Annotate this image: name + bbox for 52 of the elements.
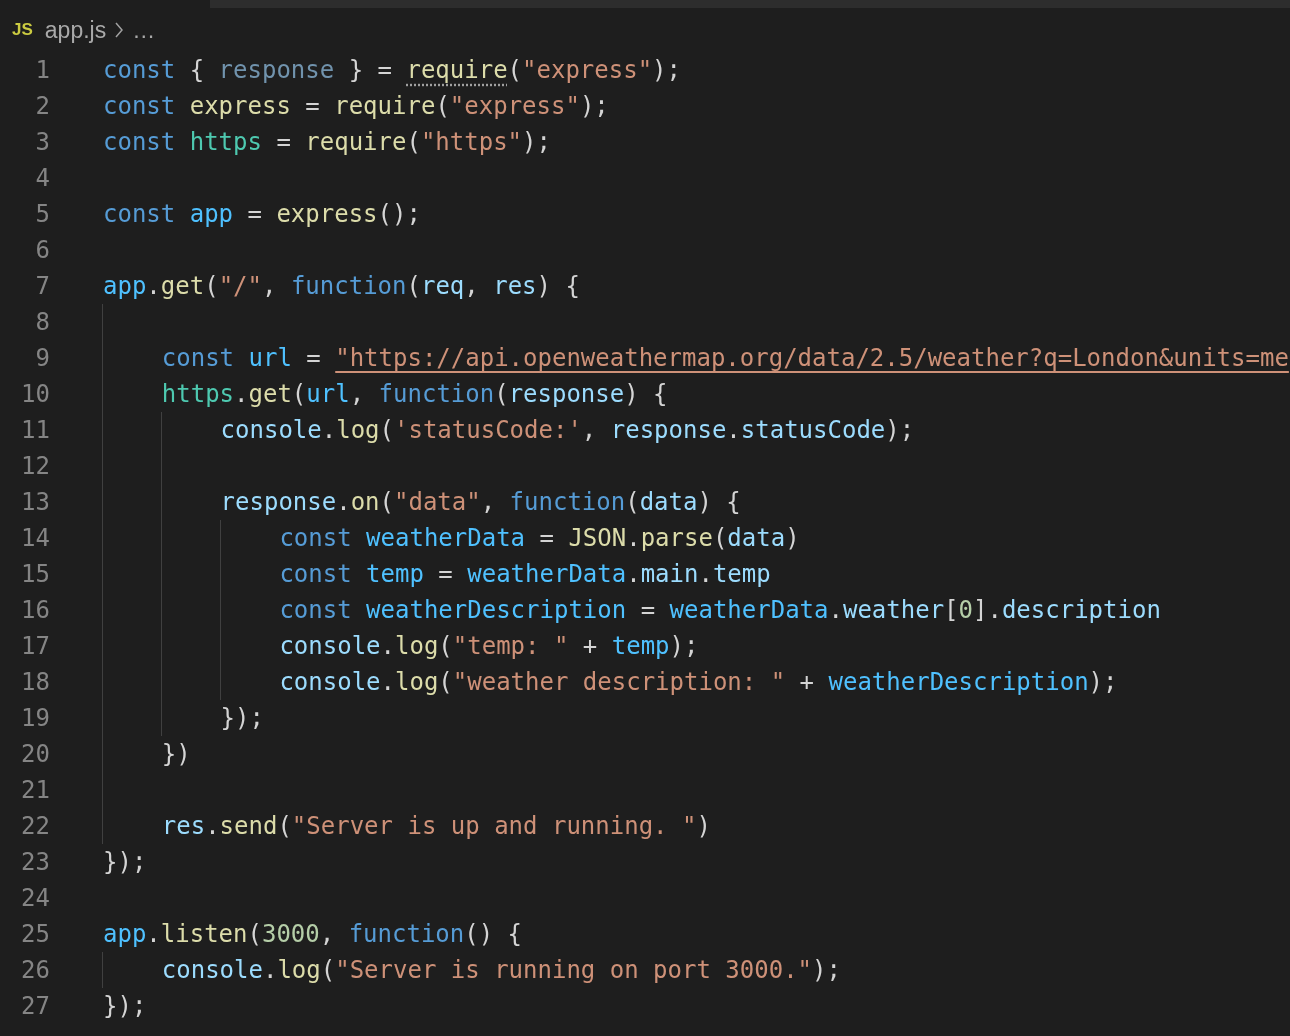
code-line: console.log('statusCode:', response.statusCode); [103, 412, 915, 448]
line-number: 22 [20, 812, 50, 840]
line-number: 4 [34, 164, 50, 192]
chevron-right-icon [114, 21, 125, 39]
code-line: app.listen(3000, function() { [103, 919, 523, 950]
breadcrumb-more[interactable]: … [132, 16, 156, 44]
line-number: 5 [34, 200, 50, 228]
line-number: 14 [20, 524, 50, 552]
line-number: 2 [34, 92, 50, 120]
code-line: response.on("data", function(data) { [103, 484, 741, 520]
code-line: }); [103, 847, 147, 878]
code-line: }) [103, 736, 191, 772]
line-number: 6 [34, 236, 50, 264]
code-line: const app = express(); [103, 199, 421, 230]
line-number: 3 [34, 128, 50, 156]
code-line: }); [103, 991, 147, 1022]
breadcrumb-file[interactable]: app.js [44, 16, 107, 44]
code-line: console.log("weather description: " + weatherDescription); [103, 664, 1118, 700]
code-line: console.log("Server is running on port 3000."); [103, 952, 841, 988]
line-number: 25 [20, 920, 50, 948]
line-number: 26 [20, 956, 50, 984]
line-number: 11 [20, 416, 50, 444]
line-number: 8 [34, 308, 50, 336]
line-number: 27 [20, 992, 50, 1020]
line-number: 7 [34, 272, 50, 300]
line-number: 24 [20, 884, 50, 912]
line-number: 20 [20, 740, 50, 768]
line-number: 15 [20, 560, 50, 588]
code-line: const url = "https://api.openweathermap.org/data/2.5/weather?q=London&units=me [103, 340, 1289, 376]
line-number: 12 [20, 452, 50, 480]
code-line: const express = require("express"); [103, 91, 609, 122]
code-line: console.log("temp: " + temp); [103, 628, 699, 664]
code-line: https.get(url, function(response) { [103, 376, 668, 412]
line-number: 13 [20, 488, 50, 516]
code-line: const { response } = require("express"); [103, 55, 681, 86]
line-number: 1 [34, 56, 50, 84]
line-number: 10 [20, 380, 50, 408]
code-line: const weatherDescription = weatherData.weather[0].description [103, 592, 1161, 628]
line-number: 18 [20, 668, 50, 696]
line-number: 17 [20, 632, 50, 660]
line-number: 23 [20, 848, 50, 876]
javascript-file-icon: JS [12, 20, 33, 40]
code-line: const temp = weatherData.main.temp [103, 556, 771, 592]
code-line: const weatherData = JSON.parse(data) [103, 520, 800, 556]
code-line: app.get("/", function(req, res) { [103, 271, 580, 302]
code-line: const https = require("https"); [103, 127, 551, 158]
line-number: 19 [20, 704, 50, 732]
code-line: }); [103, 700, 264, 736]
line-number: 9 [34, 344, 50, 372]
code-line: res.send("Server is up and running. ") [103, 808, 711, 844]
line-number: 16 [20, 596, 50, 624]
line-number: 21 [20, 776, 50, 804]
